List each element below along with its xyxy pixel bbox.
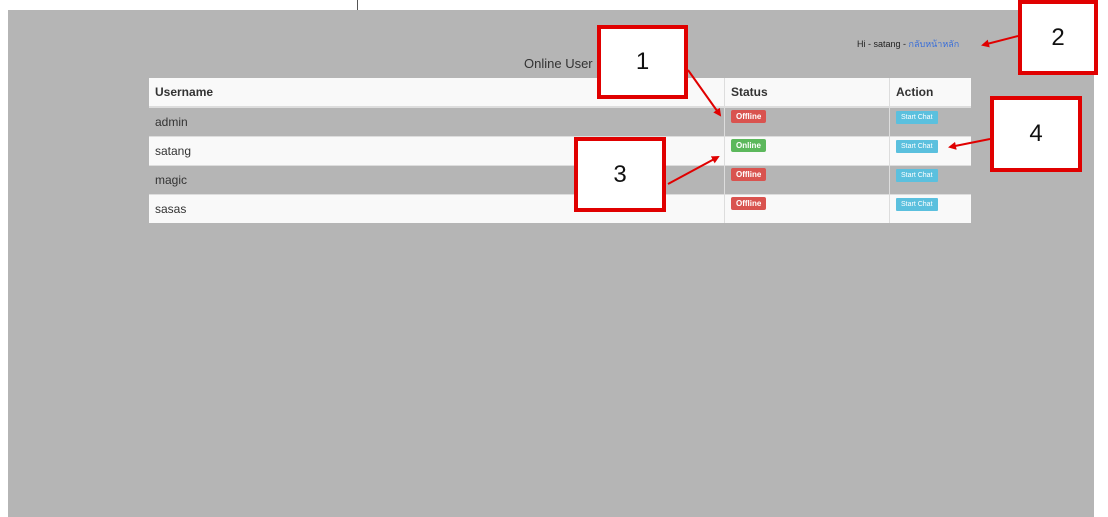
annotation-arrows: [667, 35, 1019, 185]
arrow-1: [687, 69, 722, 117]
arrow-2: [981, 35, 1019, 48]
arrow-3: [667, 156, 720, 185]
arrow-4: [948, 138, 991, 150]
